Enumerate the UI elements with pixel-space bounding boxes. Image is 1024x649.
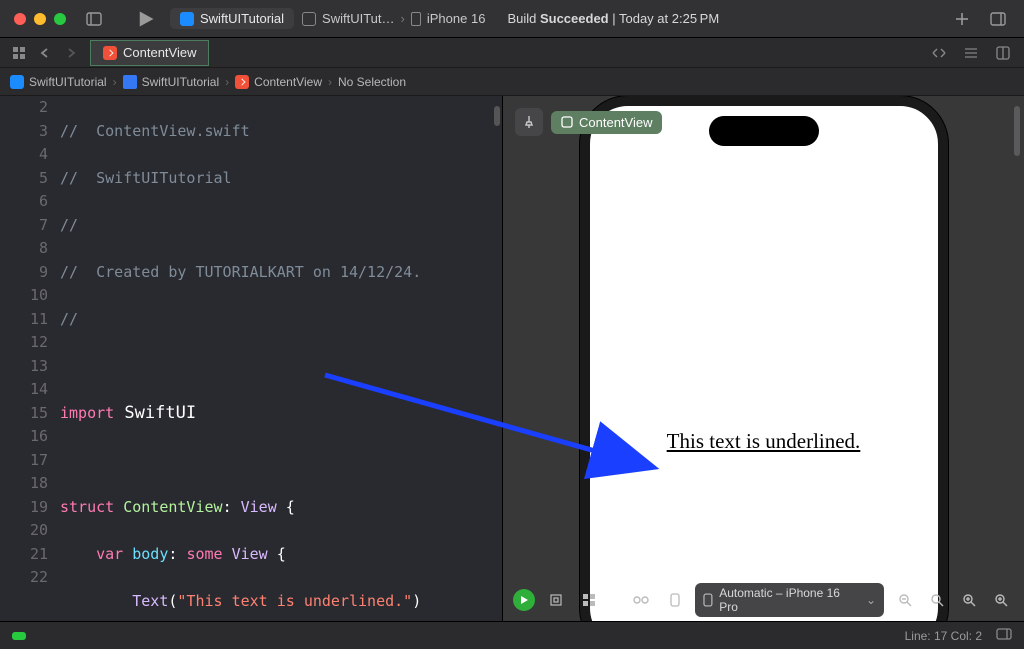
- crumb-selection[interactable]: No Selection: [338, 75, 406, 89]
- zoom-out-icon[interactable]: [892, 589, 918, 611]
- editor-area: 234 567 8910 111213 141516 171819 202122…: [0, 96, 1024, 621]
- variants-icon[interactable]: [576, 589, 602, 611]
- code-review-icon[interactable]: [928, 42, 950, 64]
- device-picker-label: Automatic – iPhone 16 Pro: [719, 586, 860, 614]
- crumb-file[interactable]: ContentView: [235, 75, 322, 89]
- swift-file-icon: [103, 46, 117, 60]
- chevron-right-icon: ›: [328, 75, 332, 89]
- canvas-area[interactable]: ContentView This text is underlined.: [503, 96, 1024, 621]
- preview-scrollbar[interactable]: [1014, 106, 1020, 156]
- zoom-actual-icon[interactable]: [924, 589, 950, 611]
- canvas-toolbar: Automatic – iPhone 16 Pro ⌄: [503, 585, 1024, 615]
- cursor-position: Line: 17 Col: 2: [905, 629, 982, 643]
- scrollbar-thumb[interactable]: [494, 106, 500, 126]
- code-body[interactable]: // ContentView.swift // SwiftUITutorial …: [60, 96, 502, 621]
- add-button-icon[interactable]: [950, 7, 974, 31]
- device-settings-icon[interactable]: [628, 589, 654, 611]
- file-tab-label: ContentView: [123, 45, 196, 60]
- device-icon: [411, 12, 421, 26]
- toggle-inspector-icon[interactable]: [996, 628, 1012, 643]
- preview-text: This text is underlined.: [667, 429, 861, 454]
- crumb-label: SwiftUITutorial: [142, 75, 220, 89]
- crumb-label: No Selection: [338, 75, 406, 89]
- close-window-icon[interactable]: [14, 13, 26, 25]
- crumb-label: ContentView: [254, 75, 322, 89]
- file-tab[interactable]: ContentView: [90, 40, 209, 66]
- crumb-label: SwiftUITutorial: [29, 75, 107, 89]
- library-button-icon[interactable]: [986, 7, 1010, 31]
- run-destination[interactable]: SwiftUITut… › iPhone 16: [302, 11, 485, 26]
- toggle-navigator-icon[interactable]: [82, 7, 106, 31]
- project-name: SwiftUITutorial: [200, 11, 284, 26]
- preview-selector[interactable]: ContentView: [551, 111, 662, 134]
- run-button-icon[interactable]: [136, 9, 156, 29]
- jump-bar: SwiftUITutorial › SwiftUITutorial › Cont…: [0, 68, 1024, 96]
- canvas-preview: ContentView This text is underlined.: [503, 96, 1024, 621]
- build-status: Build Succeeded | Today at 2:25 PM: [507, 11, 719, 26]
- adjust-editor-icon[interactable]: [960, 42, 982, 64]
- live-preview-icon[interactable]: [513, 589, 535, 611]
- related-items-icon[interactable]: [8, 42, 30, 64]
- nav-back-icon[interactable]: [34, 42, 56, 64]
- scheme-name: SwiftUITut…: [322, 11, 394, 26]
- status-bar: Line: 17 Col: 2: [0, 621, 1024, 649]
- app-icon: [180, 12, 194, 26]
- zoom-in-icon[interactable]: [988, 589, 1014, 611]
- source-editor[interactable]: 234 567 8910 111213 141516 171819 202122…: [0, 96, 503, 621]
- preview-chip-label: ContentView: [579, 115, 652, 130]
- crumb-project[interactable]: SwiftUITutorial: [10, 75, 107, 89]
- chevron-down-icon: ⌄: [866, 593, 876, 607]
- chevron-right-icon: ›: [401, 11, 405, 26]
- titlebar: SwiftUITutorial SwiftUITut… › iPhone 16 …: [0, 0, 1024, 38]
- scheme-icon: [302, 12, 316, 26]
- crumb-folder[interactable]: SwiftUITutorial: [123, 75, 220, 89]
- line-gutter: 234 567 8910 111213 141516 171819 202122: [0, 96, 60, 621]
- device-name: iPhone 16: [427, 11, 486, 26]
- preview-on-device-icon[interactable]: [662, 589, 688, 611]
- simulated-device: This text is underlined.: [580, 96, 948, 621]
- zoom-window-icon[interactable]: [54, 13, 66, 25]
- project-icon: [10, 75, 24, 89]
- tab-bar: ContentView: [0, 38, 1024, 68]
- build-status-indicator-icon[interactable]: [12, 632, 26, 640]
- folder-icon: [123, 75, 137, 89]
- annotation-arrow-icon: [290, 360, 690, 500]
- zoom-fit-icon[interactable]: [956, 589, 982, 611]
- chevron-right-icon: ›: [225, 75, 229, 89]
- nav-forward-icon[interactable]: [60, 42, 82, 64]
- pin-preview-button[interactable]: [515, 108, 543, 136]
- swift-file-icon: [235, 75, 249, 89]
- device-picker[interactable]: Automatic – iPhone 16 Pro ⌄: [695, 583, 884, 617]
- window-controls: [14, 13, 66, 25]
- chevron-right-icon: ›: [113, 75, 117, 89]
- scheme-selector[interactable]: SwiftUITutorial: [170, 8, 294, 29]
- minimize-window-icon[interactable]: [34, 13, 46, 25]
- selectable-preview-icon[interactable]: [543, 589, 569, 611]
- dynamic-island-icon: [709, 116, 819, 146]
- add-editor-icon[interactable]: [992, 42, 1014, 64]
